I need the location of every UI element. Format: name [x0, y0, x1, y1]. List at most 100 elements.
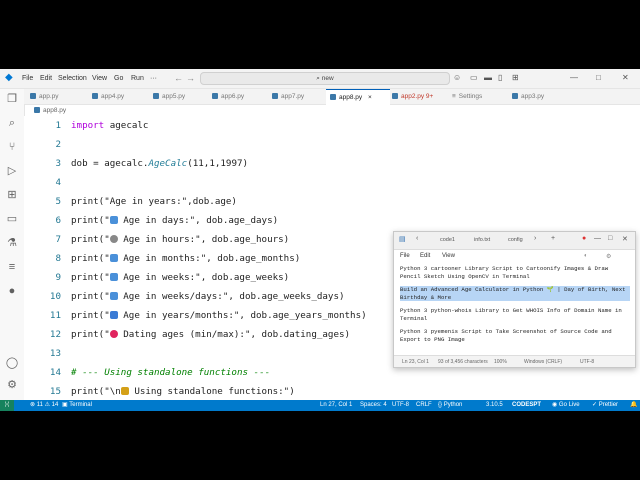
tab-app3[interactable]: app3.py: [512, 89, 544, 104]
notepad-text-area[interactable]: Python 3 cartooner Library Script to Car…: [400, 265, 630, 349]
menu-run[interactable]: Run: [131, 74, 144, 83]
tab-app2[interactable]: app2.py 9+: [392, 89, 433, 104]
language-mode[interactable]: {} Python: [438, 400, 462, 411]
close-window-icon[interactable]: ✕: [622, 72, 629, 83]
code-text: import agecalc: [71, 116, 148, 135]
python-version[interactable]: 3.10.5: [486, 400, 503, 411]
problems-indicator[interactable]: ⊗ 11 ⚠ 14: [30, 400, 58, 411]
database-icon[interactable]: ≡: [5, 260, 19, 274]
menu-file[interactable]: File: [22, 74, 33, 83]
line-number: 15: [49, 386, 61, 397]
prettier-button[interactable]: ✓ Prettier: [592, 400, 618, 411]
code-text: dob = agecalc.AgeCalc(11,1,1997): [71, 154, 248, 173]
notepad-paragraph: Python 3 cartooner Library Script to Car…: [400, 265, 609, 280]
menu-selection[interactable]: Selection: [58, 74, 87, 83]
numbers-emoji-icon: [109, 311, 118, 319]
line-number: 8: [55, 253, 61, 264]
layout-sidebar-icon[interactable]: ▯: [498, 72, 502, 83]
line-ending[interactable]: CRLF: [416, 400, 432, 411]
copilot-icon[interactable]: ☺: [453, 72, 461, 83]
run-debug-icon[interactable]: ▷: [5, 164, 19, 178]
new-tab-button[interactable]: +: [551, 235, 555, 242]
heart-emoji-icon: [109, 330, 118, 338]
notepad-tab-config[interactable]: config: [508, 237, 523, 243]
code-text: print(" Age in hours:", dob.age_hours): [71, 230, 289, 249]
close-tab-icon[interactable]: ×: [368, 94, 372, 101]
menu-more[interactable]: ···: [150, 74, 157, 83]
menu-go[interactable]: Go: [114, 74, 123, 83]
tab-settings[interactable]: ≡ Settings: [452, 89, 482, 104]
tab-app4[interactable]: app4.py: [92, 89, 124, 104]
code-line[interactable]: 4: [24, 173, 640, 192]
forward-arrow-icon[interactable]: →: [186, 73, 195, 83]
encoding[interactable]: UTF-8: [392, 400, 409, 411]
remote-explorer-icon[interactable]: ▭: [5, 212, 19, 226]
notepad-menu-view[interactable]: View: [442, 253, 455, 259]
pin-icon[interactable]: ●: [582, 235, 586, 242]
go-live-button[interactable]: ◉ Go Live: [552, 400, 580, 411]
notepad-maximize-icon[interactable]: □: [608, 235, 612, 242]
python-file-icon: [330, 94, 336, 100]
code-line[interactable]: 2: [24, 135, 640, 154]
customize-layout-icon[interactable]: ⊞: [512, 72, 519, 83]
notepad-menu-edit[interactable]: Edit: [420, 253, 430, 259]
notepad-menu-file[interactable]: File: [400, 253, 410, 259]
settings-gear-icon[interactable]: ⚙: [5, 378, 19, 392]
notepad-tab-info[interactable]: info.txt: [474, 237, 490, 243]
code-token: agecalc: [104, 120, 149, 131]
notifications-icon[interactable]: 🔔: [630, 400, 637, 411]
color-icon[interactable]: ◐: [584, 253, 588, 259]
maximize-icon[interactable]: □: [596, 72, 601, 83]
line-number: 7: [55, 234, 61, 245]
tab-label: app.py: [39, 93, 59, 100]
command-center-search[interactable]: ⌕ new: [200, 72, 450, 85]
tab-app8[interactable]: app8.py ×: [326, 89, 390, 105]
clock-emoji-icon: [109, 235, 118, 243]
code-token: dob = agecalc.: [71, 158, 149, 169]
notepad-settings-icon[interactable]: ⚙: [606, 253, 611, 260]
code-token: print(": [71, 215, 110, 226]
notepad-minimize-icon[interactable]: —: [594, 235, 601, 242]
extensions-icon[interactable]: ⊞: [5, 188, 19, 202]
search-icon[interactable]: ⌕: [5, 116, 19, 130]
layout-panel-icon[interactable]: ▬: [484, 72, 492, 83]
indentation[interactable]: Spaces: 4: [360, 400, 387, 411]
back-arrow-icon[interactable]: ←: [174, 73, 183, 83]
notepad-close-icon[interactable]: ✕: [622, 235, 628, 243]
tab-scroll-left-icon[interactable]: ‹: [416, 235, 418, 242]
terminal-button[interactable]: ▣ Terminal: [62, 400, 92, 411]
code-line[interactable]: 6 print(" Age in days:", dob.age_days): [24, 211, 640, 230]
python-file-icon: [153, 93, 159, 99]
menu-edit[interactable]: Edit: [40, 74, 52, 83]
account-icon[interactable]: ◯: [5, 356, 19, 370]
python-file-icon: [34, 107, 40, 113]
vscode-logo-icon: ◆: [5, 72, 13, 83]
menu-view[interactable]: View: [92, 74, 107, 83]
line-number: 2: [55, 139, 61, 150]
sparkle-emoji-icon: [120, 387, 129, 395]
source-control-icon[interactable]: ⑂: [5, 140, 19, 154]
tab-app6[interactable]: app6.py: [212, 89, 244, 104]
breadcrumb[interactable]: app8.py: [24, 105, 640, 116]
extension-badge-icon[interactable]: ●: [5, 284, 19, 298]
cursor-position[interactable]: Ln 27, Col 1: [320, 400, 352, 411]
tab-app[interactable]: app.py: [30, 89, 59, 104]
tab-scroll-right-icon[interactable]: ›: [534, 235, 536, 242]
notepad-tab-code1[interactable]: code1: [440, 237, 455, 243]
code-token: Dating ages (min/max):", dob.dating_ages…: [117, 329, 351, 340]
notepad-status-bar: Ln 23, Col 1 93 of 3,456 characters 100%…: [394, 355, 635, 367]
tab-app7[interactable]: app7.py: [272, 89, 304, 104]
minimize-icon[interactable]: —: [570, 72, 578, 83]
python-file-icon: [30, 93, 36, 99]
explorer-icon[interactable]: ❐: [5, 92, 19, 106]
code-line[interactable]: 3 dob = agecalc.AgeCalc(11,1,1997): [24, 154, 640, 173]
tab-app5[interactable]: app5.py: [153, 89, 185, 104]
code-line[interactable]: 15 print("\n Using standalone functions:"…: [24, 382, 640, 401]
code-token: print(": [71, 329, 110, 340]
code-line[interactable]: 5 print("Age in years:",dob.age): [24, 192, 640, 211]
remote-indicator[interactable]: ⟩⟨: [0, 400, 14, 411]
code-line[interactable]: 1 import agecalc: [24, 116, 640, 135]
layout-icon[interactable]: ▭: [470, 72, 478, 83]
python-file-icon: [392, 93, 398, 99]
testing-icon[interactable]: ⚗: [5, 236, 19, 250]
